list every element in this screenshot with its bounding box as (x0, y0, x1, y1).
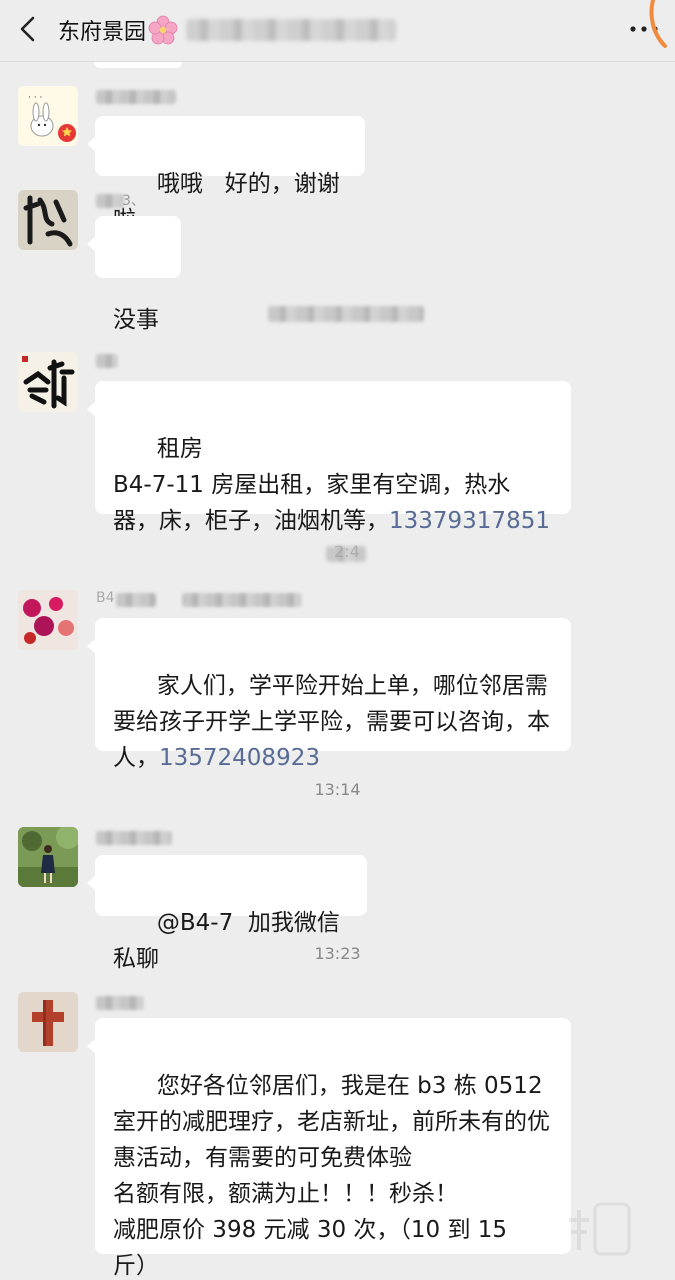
flowers-avatar-icon (18, 590, 78, 650)
message-bubble[interactable]: 您好各位邻居们，我是在 b3 栋 0512 室开的减肥理疗，老店新址，前所未有的… (87, 1018, 571, 1279)
sender-name-blurred (182, 593, 302, 607)
message-bubble[interactable]: 家人们，学平险开始上单，哪位邻居需要给孩子开学上学平险，需要可以咨询，本人，13… (87, 618, 571, 771)
cherry-blossom-icon (148, 15, 178, 45)
sender-name-blurred (96, 90, 176, 104)
avatar[interactable]: · · · (18, 86, 78, 146)
chat-title-group[interactable]: 东府景园 (58, 13, 397, 47)
app-watermark-icon (569, 1202, 631, 1256)
avatar[interactable] (18, 590, 78, 650)
sender-name-blurred (96, 354, 118, 368)
avatar[interactable] (18, 190, 78, 250)
chat-header: 东府景园 (0, 0, 675, 62)
sender-name-blurred (96, 194, 124, 208)
sender-name-partial: 3、 (122, 193, 145, 209)
message-feed[interactable]: · · · 哦哦 好的，谢谢啦 3、 没事 (0, 62, 675, 1280)
message-text: 您好各位邻居们，我是在 b3 栋 0512 室开的减肥理疗，老店新址，前所未有的… (113, 1073, 550, 1279)
timestamp: 13:23 (314, 944, 361, 963)
sender-name-blurred (96, 996, 144, 1010)
calligraphy-avatar-icon (18, 352, 78, 412)
orange-marker-stroke (649, 0, 667, 48)
timestamp: 13:14 (314, 780, 361, 799)
message-bubble[interactable]: 哦哦 好的，谢谢啦 (87, 116, 365, 233)
blurred-title-text (186, 19, 397, 41)
sender-name-blurred (96, 831, 172, 845)
bunny-avatar-icon: · · · (18, 86, 78, 146)
phone-link[interactable]: 13572408923 (159, 745, 320, 771)
avatar[interactable] (18, 992, 78, 1052)
message-bubble[interactable]: @B4-7 加我微信私聊 (87, 855, 367, 972)
svg-text:· · ·: · · · (28, 93, 42, 103)
avatar[interactable] (18, 827, 78, 887)
system-notice-blurred (268, 306, 424, 322)
chat-title: 东府景园 (58, 20, 147, 45)
chevron-left-icon[interactable] (14, 14, 44, 44)
message-bubble[interactable]: 没事 (87, 216, 181, 333)
timestamp-partial: 2:4 (334, 542, 360, 561)
sender-name-partial: B4 (96, 590, 115, 606)
wooden-cross-avatar-icon (18, 992, 78, 1052)
message-bubble[interactable]: 租房 B4-7-11 房屋出租，家里有空调，热水器，床，柜子，油烟机等，1337… (87, 381, 571, 534)
previous-bubble-stub (94, 62, 182, 68)
calligraphy-avatar-icon (18, 190, 78, 250)
person-photo-avatar-icon (18, 827, 78, 887)
message-text: 没事 (113, 307, 159, 333)
phone-link[interactable]: 13379317851 (389, 508, 550, 534)
sender-name-blurred (116, 593, 156, 607)
avatar[interactable] (18, 352, 78, 412)
